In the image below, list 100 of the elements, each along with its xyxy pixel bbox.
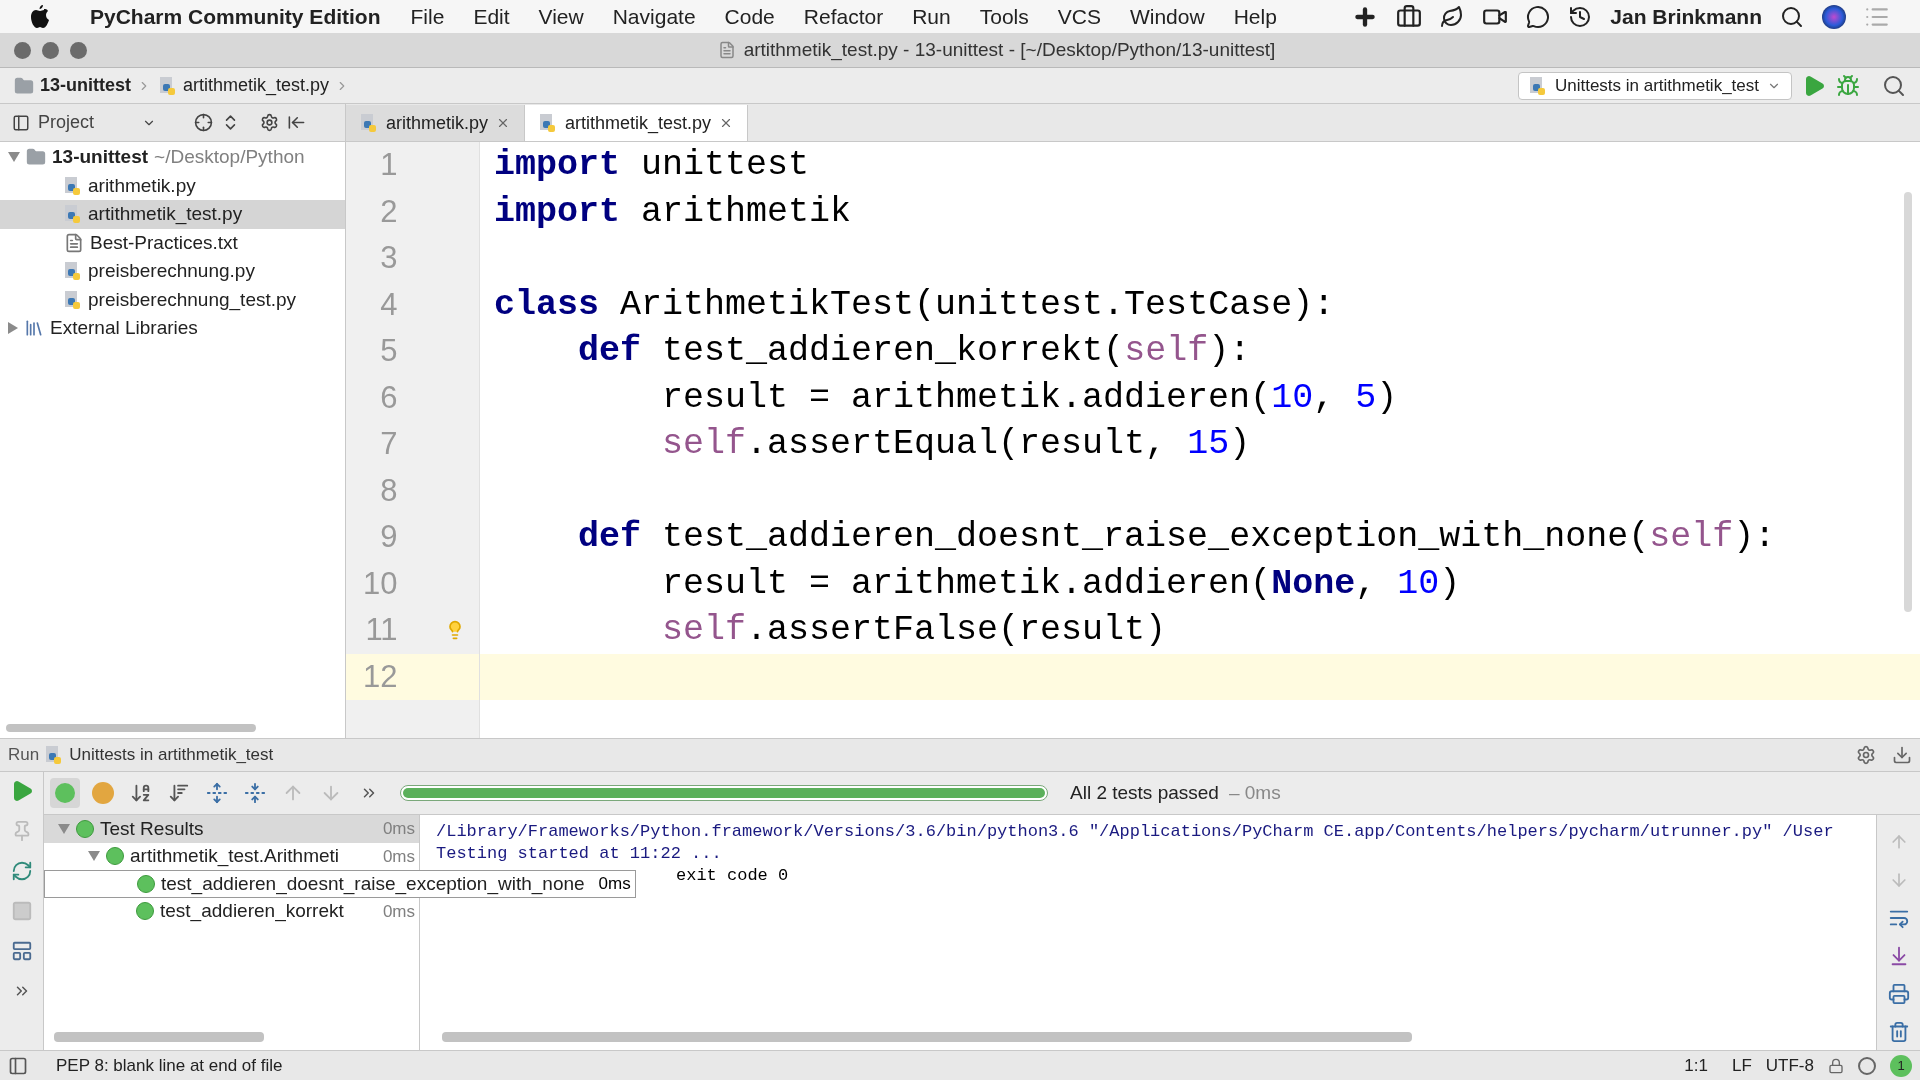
console-line: Testing started at 11:22 ...	[436, 843, 722, 865]
minimize-window-button[interactable]	[42, 41, 59, 59]
sort-by-duration-icon	[168, 782, 190, 804]
leaf-icon[interactable]	[1440, 4, 1465, 29]
menu-item[interactable]: Code	[724, 0, 775, 33]
status-message: PEP 8: blank line at end of file	[56, 1054, 283, 1077]
line-number: 2	[379, 192, 399, 231]
tool-windows-icon[interactable]	[8, 1055, 28, 1076]
hide-icon[interactable]	[1892, 745, 1912, 765]
file-encoding[interactable]: UTF-8	[1765, 1052, 1814, 1079]
editor-tab[interactable]: artithmetik_test.py	[525, 105, 749, 141]
toolbox-icon[interactable]	[1396, 3, 1423, 30]
scrollbar[interactable]	[442, 1032, 1412, 1042]
clear-icon	[1887, 1021, 1910, 1043]
code-line: def test_addieren_korrekt(self):	[577, 330, 1252, 373]
line-separator[interactable]: LF	[1732, 1052, 1752, 1079]
siri-icon[interactable]	[1822, 4, 1846, 29]
python-file-icon	[64, 289, 82, 310]
python-file-icon	[360, 113, 378, 133]
settings-icon[interactable]	[260, 113, 280, 132]
notification-badge[interactable]: 1	[1890, 1054, 1912, 1077]
search-icon[interactable]	[1780, 4, 1804, 29]
menu-item[interactable]: File	[410, 0, 445, 33]
file-icon	[717, 41, 736, 59]
line-number: 11	[346, 607, 479, 654]
line-number: 3	[379, 239, 399, 277]
inspector-icon[interactable]	[1858, 1056, 1876, 1075]
lock-icon[interactable]	[1828, 1057, 1844, 1074]
editor-tab[interactable]: arithmetik.py	[346, 105, 526, 141]
tree-item[interactable]: preisberechnung.py	[0, 257, 345, 286]
passed-icon	[137, 874, 155, 893]
cursor-position[interactable]: 1:1	[1684, 1052, 1708, 1079]
expand-arrow-icon[interactable]	[8, 322, 18, 335]
python-file-icon	[539, 113, 558, 133]
show-ignored-icon	[92, 782, 114, 804]
menu-item[interactable]: Help	[1233, 0, 1277, 33]
chat-bubble-icon[interactable]	[1526, 4, 1551, 29]
python-file-icon	[1528, 75, 1547, 96]
line-number: 12	[346, 653, 479, 700]
line-number: 9	[379, 518, 399, 556]
text-file-icon	[64, 232, 84, 253]
test-tree-item[interactable]: test_addieren_doesnt_raise_exception_with_none 0ms	[44, 870, 636, 898]
tree-item[interactable]: External Libraries	[0, 314, 345, 343]
zoom-window-button[interactable]	[70, 41, 87, 59]
panel-title[interactable]: Project	[38, 109, 95, 136]
folder-icon	[14, 75, 34, 96]
run-configuration-dropdown[interactable]: Unittests in artithmetik_test	[1517, 71, 1792, 100]
passed-icon	[106, 847, 124, 866]
run-tab[interactable]: Unittests in artithmetik_test	[69, 742, 274, 768]
menu-item[interactable]: Tools	[979, 0, 1029, 33]
stop-icon	[10, 900, 33, 922]
locate-icon[interactable]	[194, 113, 214, 132]
line-number: 10	[362, 564, 399, 603]
debug-icon[interactable]	[1836, 73, 1860, 98]
scrollbar[interactable]	[1904, 192, 1912, 612]
code-line: result = arithmetik.addieren(None, 10)	[661, 562, 1462, 606]
python-file-icon	[45, 745, 64, 765]
code-line: import unittest	[493, 144, 811, 187]
breadcrumb[interactable]: 13-unittest	[40, 72, 131, 99]
tree-item[interactable]: arithmetik.py	[0, 171, 345, 200]
menu-item[interactable]: Run	[912, 0, 951, 33]
python-file-icon	[64, 175, 82, 196]
print-icon	[1887, 983, 1910, 1005]
menu-item[interactable]: Edit	[473, 0, 510, 33]
rerun-icon	[10, 860, 33, 882]
code-editor[interactable]	[346, 142, 1920, 738]
passed-icon	[136, 902, 154, 921]
menu-item[interactable]: Refactor	[803, 0, 884, 33]
panel-title[interactable]: Run	[8, 742, 40, 768]
history-icon[interactable]	[1568, 4, 1593, 29]
menu-item[interactable]: Navigate	[612, 0, 696, 33]
apple-icon[interactable]	[30, 4, 50, 29]
settings-icon[interactable]	[1856, 745, 1876, 765]
search-icon[interactable]	[1882, 73, 1906, 98]
line-number: 1	[379, 146, 399, 184]
tree-item[interactable]: Best-Practices.txt	[0, 228, 345, 257]
close-window-button[interactable]	[14, 41, 31, 59]
passed-icon	[76, 819, 94, 838]
tree-item[interactable]: artithmetik_test.py	[0, 200, 345, 229]
menu-item[interactable]: View	[538, 0, 584, 33]
menu-item[interactable]: Window	[1129, 0, 1205, 33]
line-number: 6	[379, 378, 399, 417]
line-number: 5	[379, 332, 399, 370]
collapse-all-icon	[244, 782, 266, 804]
python-file-icon	[64, 204, 82, 225]
scrollbar[interactable]	[6, 724, 256, 732]
test-duration: – 0ms	[1228, 780, 1281, 805]
hide-panel-icon[interactable]	[287, 113, 307, 132]
tree-item[interactable]: preisberechnung_test.py	[0, 285, 345, 314]
code-line: class ArithmetikTest(unittest.TestCase):	[493, 283, 1336, 327]
app-name[interactable]: PyCharm Community Edition	[90, 0, 381, 33]
code-line: def test_addieren_doesnt_raise_exception_with_none(self):	[577, 516, 1777, 559]
scrollbar[interactable]	[54, 1032, 264, 1042]
tree-item[interactable]: 13-unittest ~/Desktop/Python	[0, 143, 345, 172]
breadcrumb[interactable]: artithmetik_test.py	[183, 72, 330, 99]
line-number: 4	[379, 285, 399, 324]
test-tree-item[interactable]: test_addieren_korrekt 0ms	[44, 897, 419, 925]
test-tree-item[interactable]: Test Results 0ms	[44, 815, 419, 843]
user-name[interactable]: Jan Brinkmann	[1610, 0, 1762, 33]
menu-item[interactable]: VCS	[1057, 0, 1101, 33]
